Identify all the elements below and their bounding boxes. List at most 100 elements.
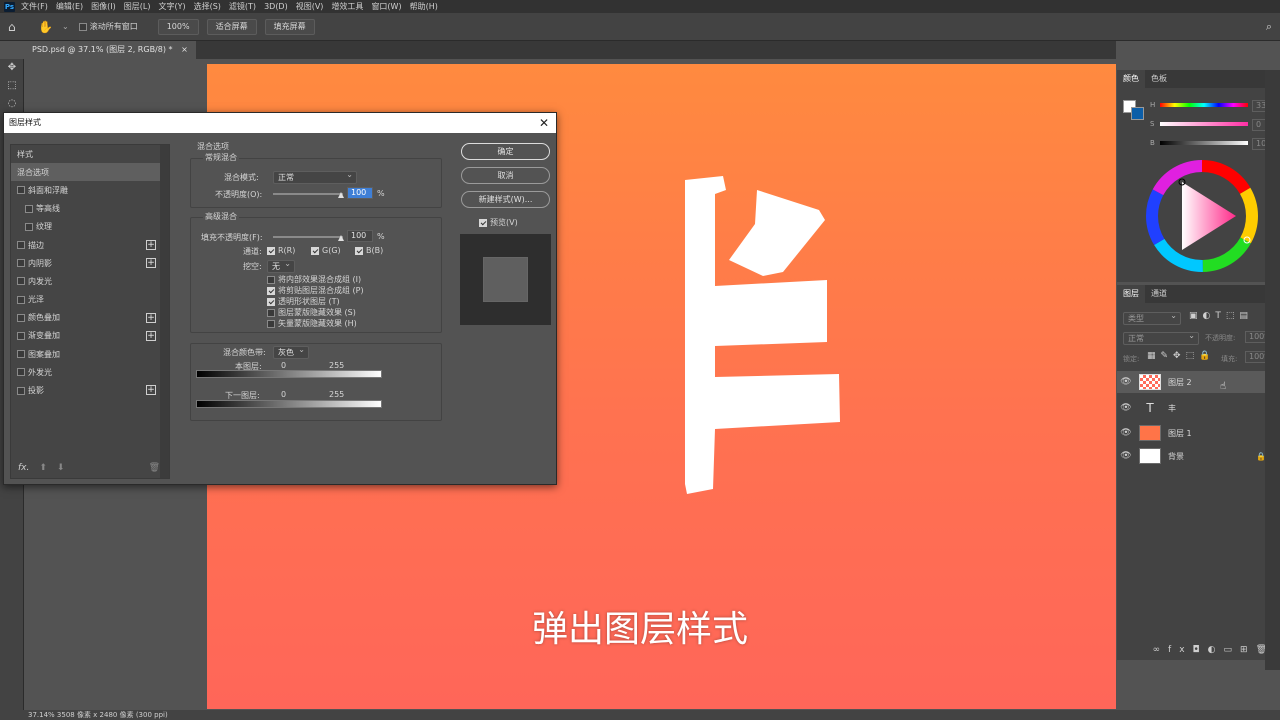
style-item-texture[interactable]: 纹理 <box>11 218 169 236</box>
checkbox-icon[interactable] <box>17 277 25 286</box>
new-style-button[interactable]: 新建样式(W)... <box>461 191 550 208</box>
hue-slider[interactable] <box>1160 103 1248 107</box>
checkbox-icon[interactable] <box>17 368 25 377</box>
style-item-blending-options[interactable]: 混合选项 <box>11 163 160 182</box>
channel-b-checkbox[interactable]: B(B) <box>355 246 383 255</box>
checkbox-icon[interactable] <box>17 331 25 340</box>
menu-help[interactable]: 帮助(H) <box>410 1 438 12</box>
menu-plugins[interactable]: 增效工具 <box>331 1 363 12</box>
style-item-color-overlay[interactable]: 颜色叠加 + <box>11 309 169 327</box>
zoom-100-button[interactable]: 100% <box>157 18 199 35</box>
add-icon[interactable]: + <box>146 239 156 250</box>
style-item-outer-glow[interactable]: 外发光 <box>11 363 169 381</box>
layer-row-layer1[interactable]: 👁 图层 1 <box>1117 422 1280 444</box>
add-icon[interactable]: + <box>146 330 156 341</box>
menu-view[interactable]: 视图(V) <box>296 1 324 12</box>
style-item-satin[interactable]: 光泽 <box>11 291 169 309</box>
menu-file[interactable]: 文件(F) <box>21 1 48 12</box>
color-wheel[interactable] <box>1144 158 1260 274</box>
layer-row-background[interactable]: 👁 背景 🔒 <box>1117 445 1280 467</box>
style-item-drop-shadow[interactable]: 投影 + <box>11 381 169 399</box>
layer-row-text[interactable]: 👁 T 丰 <box>1117 397 1280 419</box>
eye-icon[interactable]: 👁 <box>1117 451 1135 461</box>
tab-channels[interactable]: 通道 <box>1145 285 1173 303</box>
style-item-bevel-emboss[interactable]: 斜面和浮雕 <box>11 181 169 199</box>
menu-filter[interactable]: 滤镜(T) <box>229 1 256 12</box>
blend-mode-select[interactable]: 正常 <box>1123 330 1199 345</box>
eye-icon[interactable]: 👁 <box>1117 403 1135 413</box>
menu-layer[interactable]: 图层(L) <box>124 1 151 12</box>
tab-swatches[interactable]: 色板 <box>1145 70 1173 88</box>
menu-image[interactable]: 图像(I) <box>91 1 116 12</box>
layer-row-layer2[interactable]: 👁 图层 2 <box>1117 371 1280 393</box>
tab-layers[interactable]: 图层 <box>1117 285 1145 303</box>
transparency-shapes-checkbox[interactable]: 透明形状图层 (T) <box>267 296 340 307</box>
document-tab[interactable]: PSD.psd @ 37.1% (图层 2, RGB/8) * × <box>24 41 196 59</box>
menu-edit[interactable]: 编辑(E) <box>56 1 83 12</box>
blend-interior-checkbox[interactable]: 将内部效果混合成组 (I) <box>267 274 361 285</box>
brightness-slider[interactable] <box>1160 141 1248 145</box>
menu-window[interactable]: 窗口(W) <box>371 1 401 12</box>
checkbox-icon[interactable] <box>17 386 25 395</box>
fx-icon[interactable]: fx. <box>18 463 29 473</box>
add-icon[interactable]: + <box>146 312 156 323</box>
add-icon[interactable]: + <box>146 385 156 396</box>
fill-screen-button[interactable]: 填充屏幕 <box>264 18 315 35</box>
lasso-tool-icon[interactable]: ◌ <box>0 95 24 113</box>
checkbox-icon[interactable] <box>25 222 33 231</box>
add-icon[interactable]: + <box>146 258 156 269</box>
move-tool-icon[interactable]: ✥ <box>0 59 24 77</box>
style-item-contour[interactable]: 等高线 <box>11 200 169 218</box>
knockout-select[interactable]: 无 <box>267 258 295 273</box>
checkbox-icon[interactable] <box>17 313 25 322</box>
vector-mask-hides-checkbox[interactable]: 矢量蒙版隐藏效果 (H) <box>267 318 357 329</box>
cancel-button[interactable]: 取消 <box>461 167 550 184</box>
preview-checkbox[interactable]: 预览(V) <box>479 217 518 228</box>
layer-filter-icons[interactable]: ▣◐T⬚▤ <box>1189 311 1253 321</box>
chevron-down-icon[interactable]: ⌄ <box>62 22 69 31</box>
channel-g-checkbox[interactable]: G(G) <box>311 246 341 255</box>
menu-select[interactable]: 选择(S) <box>194 1 221 12</box>
menu-type[interactable]: 文字(Y) <box>158 1 185 12</box>
channel-r-checkbox[interactable]: R(R) <box>267 246 295 255</box>
fill-opacity-input[interactable]: 100 <box>347 230 373 242</box>
this-layer-gradient-slider[interactable] <box>196 370 382 378</box>
checkbox-icon[interactable] <box>17 259 25 268</box>
background-color-swatch[interactable] <box>1131 107 1144 120</box>
ok-button[interactable]: 确定 <box>461 143 550 160</box>
close-tab-icon[interactable]: × <box>181 45 188 54</box>
scroll-all-checkbox[interactable]: 滚动所有窗口 <box>78 21 138 32</box>
arrow-up-icon[interactable]: ⬆ <box>39 463 47 473</box>
eye-icon[interactable]: 👁 <box>1117 428 1135 438</box>
layers-footer-icons[interactable]: ∞fx◘◐▭⊞🗑 <box>1145 645 1275 655</box>
home-icon[interactable]: ⌂ <box>8 20 28 34</box>
style-item-stroke[interactable]: 描边 + <box>11 236 169 254</box>
opacity-input[interactable]: 100 <box>347 187 373 199</box>
close-icon[interactable]: ✕ <box>538 113 550 133</box>
menu-3d[interactable]: 3D(D) <box>264 2 288 11</box>
style-item-inner-shadow[interactable]: 内阴影 + <box>11 254 169 272</box>
style-item-inner-glow[interactable]: 内发光 <box>11 272 169 290</box>
layer-mask-hides-checkbox[interactable]: 图层蒙版隐藏效果 (S) <box>267 307 356 318</box>
checkbox-icon[interactable] <box>17 241 25 250</box>
saturation-slider[interactable] <box>1160 122 1248 126</box>
opacity-slider[interactable] <box>273 193 343 195</box>
checkbox-icon[interactable] <box>17 186 25 195</box>
blend-if-select[interactable]: 灰色 <box>273 344 309 359</box>
checkbox-icon[interactable] <box>17 350 25 359</box>
style-item-gradient-overlay[interactable]: 渐变叠加 + <box>11 327 169 345</box>
underlying-layer-gradient-slider[interactable] <box>196 400 382 408</box>
fit-screen-button[interactable]: 适合屏幕 <box>206 18 257 35</box>
style-item-pattern-overlay[interactable]: 图案叠加 <box>11 345 169 363</box>
blend-clipped-checkbox[interactable]: 将剪贴图层混合成组 (P) <box>267 285 364 296</box>
checkbox-icon[interactable] <box>17 295 25 304</box>
lock-icons[interactable]: ▦✎✥⬚🔒 <box>1147 351 1215 361</box>
fill-opacity-slider-thumb[interactable] <box>338 235 344 241</box>
style-item-styles[interactable]: 样式 <box>11 145 169 163</box>
tab-color[interactable]: 颜色 <box>1117 70 1145 88</box>
trash-icon[interactable]: 🗑 <box>149 463 160 473</box>
blend-mode-select[interactable]: 正常 <box>273 169 357 184</box>
checkbox-icon[interactable] <box>25 204 33 213</box>
fill-opacity-slider[interactable] <box>273 236 343 238</box>
search-icon[interactable]: ⌕ <box>1266 20 1272 34</box>
